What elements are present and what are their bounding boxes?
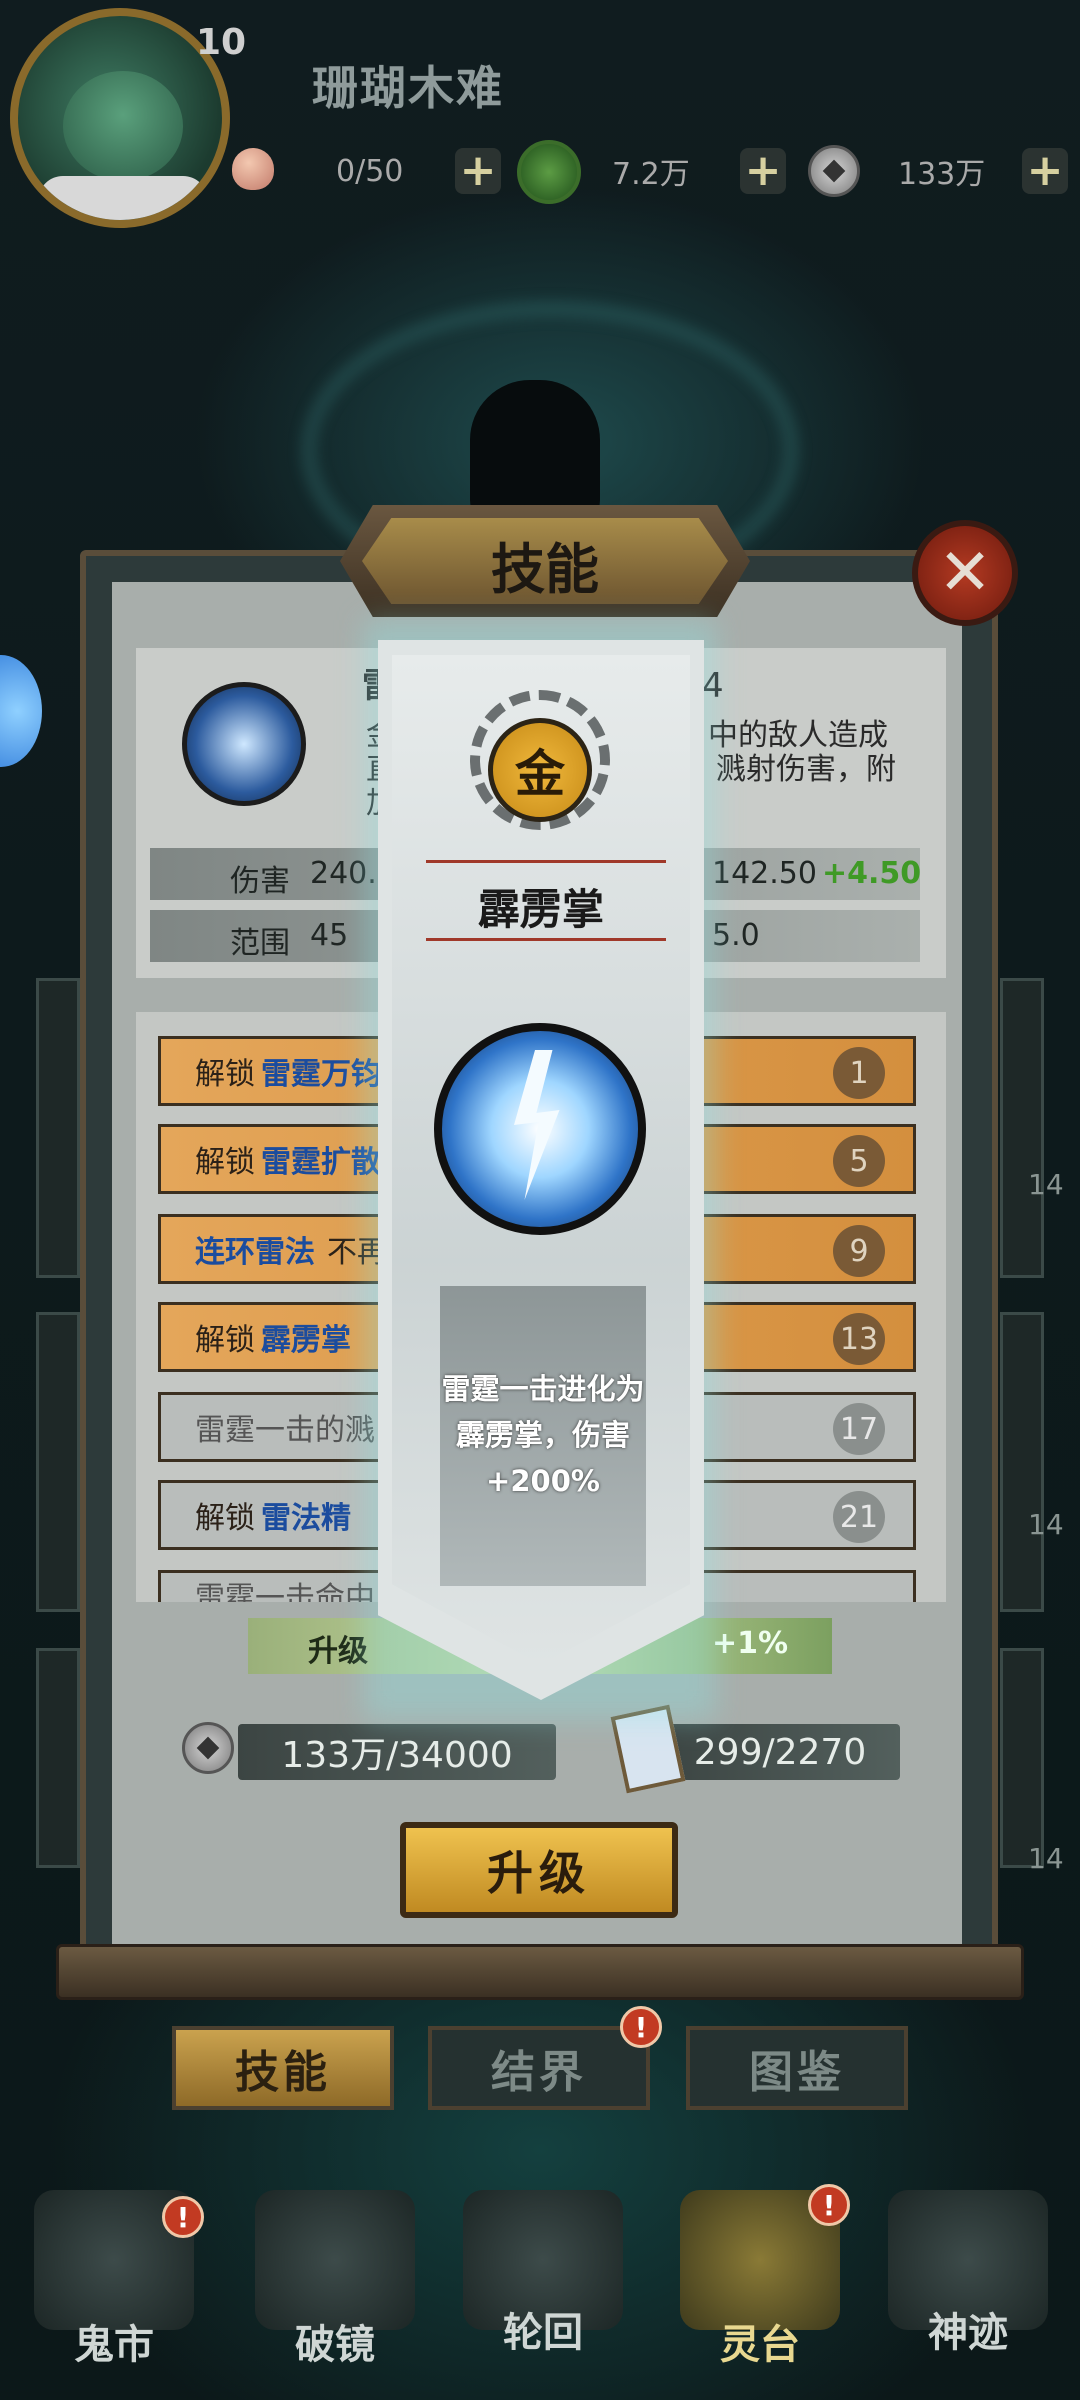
peach-count: 0/50 [336,153,404,189]
stat-label: 伤害 [230,864,290,899]
stat-value: 45 [310,918,349,953]
nav-label-ghost-market: 鬼市 [74,2322,154,2368]
jade-icon [517,140,581,204]
side-card-right [1000,978,1044,1278]
close-icon: ✕ [938,536,992,610]
notification-badge: ! [620,2006,662,2048]
broken-mirror-icon[interactable] [255,2190,415,2330]
side-card-right [1000,1312,1044,1612]
skill-desc-right: 中的敌人造成 [708,718,888,753]
element-badge: 金 [488,718,592,822]
upgrade-bar-percent: +1% [712,1626,789,1661]
tab-barrier[interactable]: 结界 [428,2026,650,2110]
player-name: 珊瑚木难 [312,61,504,115]
unlock-prefix: 解锁 [195,1501,255,1536]
add-peach-button[interactable]: + [455,148,501,194]
lightning-skill-icon [182,682,306,806]
unlock-prefix: 解锁 [195,1057,255,1092]
unlock-level: 13 [833,1313,885,1365]
coin-icon [808,145,860,197]
unlock-level: 9 [833,1225,885,1277]
side-level: 14 [1028,1842,1064,1875]
side-card-right [1000,1648,1044,1868]
nav-label-miracle: 神迹 [928,2310,1008,2356]
banner-skill-name: 霹雳掌 [477,885,604,934]
tab-skills[interactable]: 技能 [172,2026,394,2110]
panel-title: 技能 [491,538,599,601]
side-card-left [36,1648,80,1868]
upgrade-bar-label: 升级 [308,1634,368,1669]
close-button[interactable]: ✕ [912,520,1018,626]
unlock-level: 1 [833,1047,885,1099]
coin-icon [182,1722,234,1774]
jade-count: 7.2万 [612,157,690,192]
unlock-name: 雷霆万钧 [261,1057,381,1092]
unlock-level: 21 [833,1491,885,1543]
unlock-prefix: 解锁 [195,1145,255,1180]
nav-label-broken-mirror: 破镜 [295,2322,375,2368]
panel-bottom-scroll [56,1944,1024,2000]
notification-badge: ! [162,2196,204,2238]
coin-count: 133万 [898,157,986,192]
tab-codex[interactable]: 图鉴 [686,2026,908,2110]
side-level: 14 [1028,1508,1064,1541]
unlock-level: 5 [833,1135,885,1187]
stat-label: 范围 [230,926,290,961]
unlock-name: 霹雳掌 [261,1323,351,1358]
divider [426,938,666,941]
notification-badge: ! [808,2184,850,2226]
unlock-name: 雷法精 [261,1501,351,1536]
player-level: 10 [196,22,247,63]
unlock-name: 连环雷法 [195,1235,315,1270]
unlock-rest: 雷霆一击命中 [195,1581,375,1602]
avatar-face [63,71,183,181]
unlock-name: 雷霆扩散 [261,1145,381,1180]
divider [426,860,666,863]
nav-label-altar: 灵台 [720,2322,800,2368]
upgrade-button[interactable]: 升级 [400,1822,678,1918]
side-card-left [36,1312,80,1612]
banner-description: 雷霆一击进化为霹雳掌，伤害 +200% [441,1372,645,1498]
add-jade-button[interactable]: + [740,148,786,194]
coin-cost: 133万/34000 [238,1724,556,1780]
side-level: 14 [1028,1168,1064,1201]
nav-label-reincarnation: 轮回 [503,2310,583,2356]
add-coin-button[interactable]: + [1022,148,1068,194]
unlock-prefix: 解锁 [195,1323,255,1358]
skill-desc-right: 溅射伤害，附 [716,752,896,787]
side-card-left [36,978,80,1278]
scroll-cost: 299/2270 [660,1724,900,1780]
avatar-cloud [38,176,208,220]
stat-bonus: +4.50 [822,856,922,891]
stat-value: 142.50 [712,856,817,891]
peach-icon [232,148,274,190]
unlock-level: 17 [833,1403,885,1455]
stat-value: 5.0 [712,918,760,953]
unlock-rest: 雷霆一击的溅 [195,1413,375,1448]
